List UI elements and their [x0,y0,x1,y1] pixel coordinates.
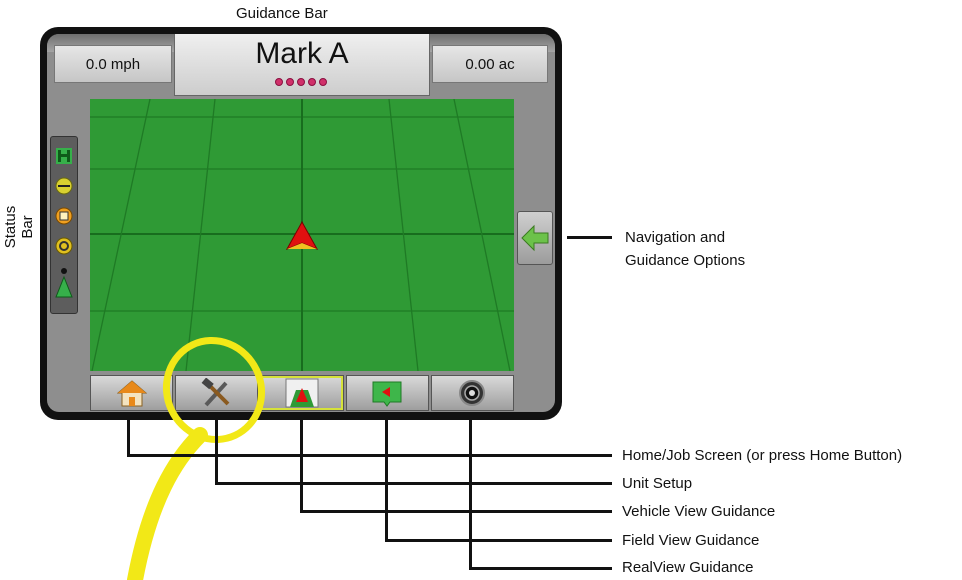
leader-nav-options [567,236,612,239]
highlight-callout [127,337,266,580]
leader-unit-setup-vertical [215,420,218,485]
home-job-callout: Home/Job Screen (or press Home Button) [622,447,903,464]
leader-field-view-horizontal [385,539,612,542]
vehicle-view-callout: Vehicle View Guidance [622,503,776,520]
leader-home-horizontal [127,454,612,457]
unit-setup-callout: Unit Setup [622,475,693,492]
realview-callout: RealView Guidance [622,559,754,576]
leader-realview-vertical [469,420,472,570]
leader-vehicle-view-vertical [300,420,303,513]
nav-options-callout-line2: Guidance Options [625,252,746,269]
leader-field-view-vertical [385,420,388,542]
leader-realview-horizontal [469,567,612,570]
field-view-callout: Field View Guidance [622,532,760,549]
leader-vehicle-view-horizontal [300,510,612,513]
leader-home-vertical [127,420,130,457]
nav-options-callout-line1: Navigation and [625,229,726,246]
leader-unit-setup-horizontal [215,482,612,485]
